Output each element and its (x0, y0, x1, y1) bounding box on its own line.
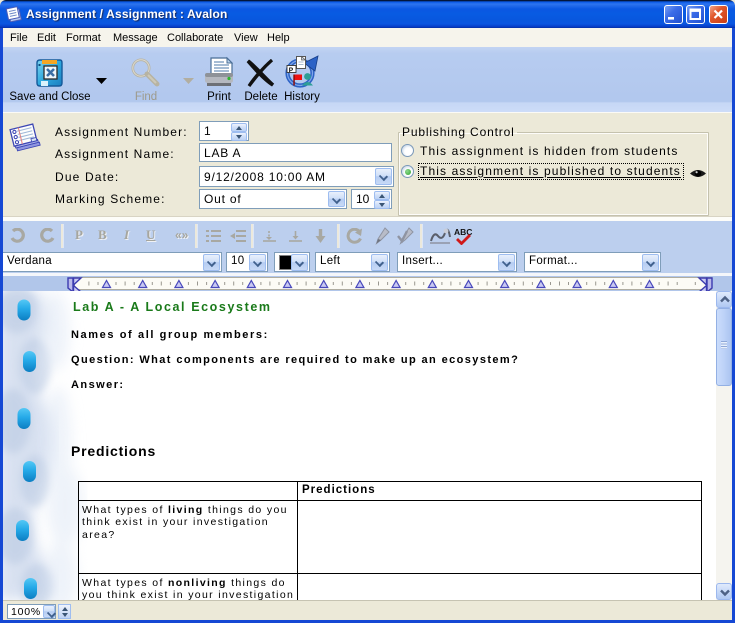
svg-text:P: P (289, 67, 294, 74)
